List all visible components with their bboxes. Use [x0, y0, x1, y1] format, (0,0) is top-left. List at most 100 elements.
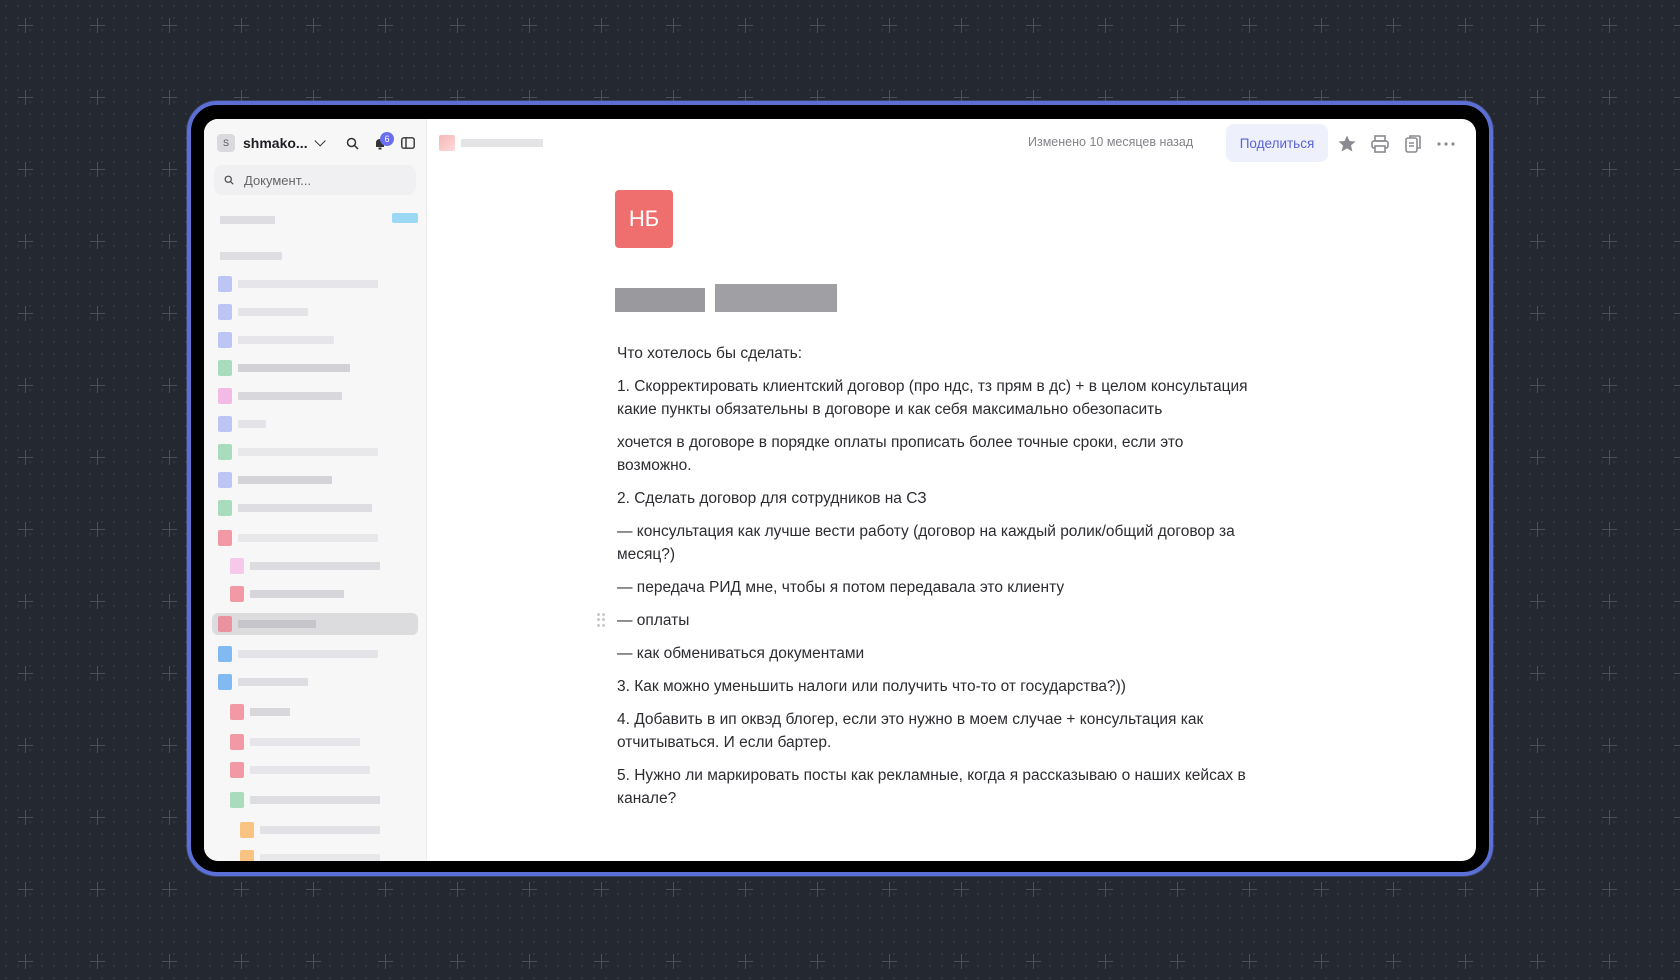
search-icon[interactable] — [344, 135, 360, 151]
sidebar-page-item[interactable] — [212, 847, 418, 861]
paragraph[interactable]: 4. Добавить в ип оквэд блогер, если это … — [617, 708, 1255, 754]
page-title-redacted — [238, 420, 266, 428]
page-icon — [230, 734, 244, 750]
sidebar-page-item[interactable] — [212, 245, 418, 267]
page-title-redacted — [238, 392, 342, 400]
page-icon — [230, 704, 244, 720]
page-title-redacted — [238, 336, 334, 344]
paragraph-text: 5. Нужно ли маркировать посты как реклам… — [617, 767, 1246, 807]
sidebar-page-item[interactable] — [212, 273, 418, 295]
paragraph[interactable]: — как обмениваться документами — [617, 642, 1255, 665]
page-title-redacted — [260, 854, 380, 861]
sidebar-page-item[interactable] — [212, 643, 418, 665]
page-icon — [230, 558, 244, 574]
sidebar-page-item[interactable] — [212, 385, 418, 407]
star-icon[interactable] — [1336, 133, 1358, 155]
paragraph-text: — консультация как лучше вести работу (д… — [617, 523, 1235, 563]
bell-icon[interactable]: 6 — [372, 132, 394, 151]
sidebar-page-item[interactable] — [212, 819, 418, 841]
paragraph[interactable]: 2. Сделать договор для сотрудников на СЗ — [617, 487, 1255, 510]
paragraph-text: 1. Скорректировать клиентский договор (п… — [617, 378, 1248, 418]
paragraph[interactable]: — оплаты — [597, 609, 1255, 632]
page-title-redacted — [250, 562, 380, 570]
paragraph-text: 2. Сделать договор для сотрудников на СЗ — [617, 490, 927, 507]
modified-status: Изменено 10 месяцев назад — [1028, 135, 1194, 149]
page-icon — [218, 276, 232, 292]
document-body[interactable]: Что хотелось бы сделать: 1. Скорректирова… — [597, 342, 1255, 810]
page-icon — [218, 500, 232, 516]
page-title-redacted — [238, 308, 308, 316]
sidebar: S shmako... 6 — [204, 119, 427, 861]
document-search[interactable] — [214, 165, 416, 195]
document-content: НБ Что хотелось бы сделать: 1. Скорректир… — [597, 190, 1255, 820]
workspace-switcher[interactable]: S shmako... 6 — [204, 127, 426, 159]
page-title-redacted — [238, 650, 378, 658]
copy-icon[interactable] — [1402, 133, 1424, 155]
sidebar-page-item[interactable] — [212, 209, 418, 231]
paragraph-text: 4. Добавить в ип оквэд блогер, если это … — [617, 711, 1204, 751]
search-input[interactable] — [242, 171, 416, 189]
sidebar-page-item[interactable] — [212, 527, 418, 549]
page-title-redacted — [250, 708, 290, 716]
app-window: S shmako... 6 Документ... Изменено 10 ме… — [204, 119, 1476, 861]
sidebar-page-item[interactable] — [212, 329, 418, 351]
page-title-redacted — [238, 364, 350, 372]
sidebar-page-item[interactable] — [212, 759, 418, 781]
document-area: Изменено 10 месяцев назад Поделиться НБ — [427, 119, 1476, 861]
paragraph[interactable]: Что хотелось бы сделать: — [617, 342, 1255, 365]
sidebar-page-item[interactable] — [212, 555, 418, 577]
page-title-redacted — [238, 280, 378, 288]
paragraph[interactable]: 1. Скорректировать клиентский договор (п… — [617, 375, 1255, 421]
sidebar-page-item[interactable] — [212, 441, 418, 463]
breadcrumb-redacted[interactable] — [461, 139, 543, 147]
paragraph-text: Что хотелось бы сделать: — [617, 345, 803, 362]
sidebar-page-item[interactable] — [212, 701, 418, 723]
more-icon[interactable] — [1435, 133, 1457, 155]
page-icon — [240, 822, 254, 838]
paragraph-text: — передача РИД мне, чтобы я потом переда… — [617, 579, 1065, 596]
page-icon — [218, 416, 232, 432]
sidebar-toggle-icon[interactable] — [400, 135, 416, 151]
page-title-redacted — [238, 534, 378, 542]
paragraph[interactable]: 5. Нужно ли маркировать посты как реклам… — [617, 764, 1255, 810]
sidebar-page-item[interactable] — [212, 497, 418, 519]
paragraph-text: — оплаты — [617, 612, 690, 629]
sidebar-page-item[interactable] — [212, 301, 418, 323]
sidebar-page-item[interactable] — [212, 731, 418, 753]
document-icon[interactable]: НБ — [615, 190, 673, 248]
sidebar-page-item[interactable] — [212, 613, 418, 635]
sidebar-page-item[interactable] — [212, 357, 418, 379]
sidebar-page-item[interactable] — [212, 671, 418, 693]
page-icon — [230, 792, 244, 808]
workspace-name: shmako... — [243, 135, 308, 151]
page-title-redacted — [220, 252, 282, 260]
page-icon — [439, 135, 455, 151]
page-icon — [218, 304, 232, 320]
page-title-redacted — [238, 678, 308, 686]
page-title-redacted — [250, 590, 344, 598]
share-button[interactable]: Поделиться — [1226, 124, 1328, 162]
page-title-redacted — [238, 504, 372, 512]
sidebar-page-item[interactable] — [212, 583, 418, 605]
paragraph[interactable]: — консультация как лучше вести работу (д… — [617, 520, 1255, 566]
topbar: Изменено 10 месяцев назад Поделиться — [427, 119, 1476, 167]
paragraph[interactable]: — передача РИД мне, чтобы я потом переда… — [617, 576, 1255, 599]
page-title-redacted — [238, 448, 378, 456]
page-icon — [218, 616, 232, 632]
page-icon — [230, 762, 244, 778]
document-title-redacted[interactable] — [615, 280, 1255, 320]
sidebar-page-item[interactable] — [212, 789, 418, 811]
page-title-redacted — [260, 826, 380, 834]
page-icon — [218, 332, 232, 348]
sidebar-page-item[interactable] — [212, 413, 418, 435]
page-icon — [218, 674, 232, 690]
workspace-avatar: S — [217, 134, 235, 152]
notifications-badge: 6 — [380, 132, 394, 146]
drag-handle-icon[interactable] — [597, 613, 605, 627]
paragraph[interactable]: хочется в договоре в порядке оплаты проп… — [617, 431, 1255, 477]
print-icon[interactable] — [1369, 133, 1391, 155]
paragraph[interactable]: 3. Как можно уменьшить налоги или получи… — [617, 675, 1255, 698]
page-title-redacted — [238, 620, 316, 628]
page-icon — [218, 444, 232, 460]
sidebar-page-item[interactable] — [212, 469, 418, 491]
